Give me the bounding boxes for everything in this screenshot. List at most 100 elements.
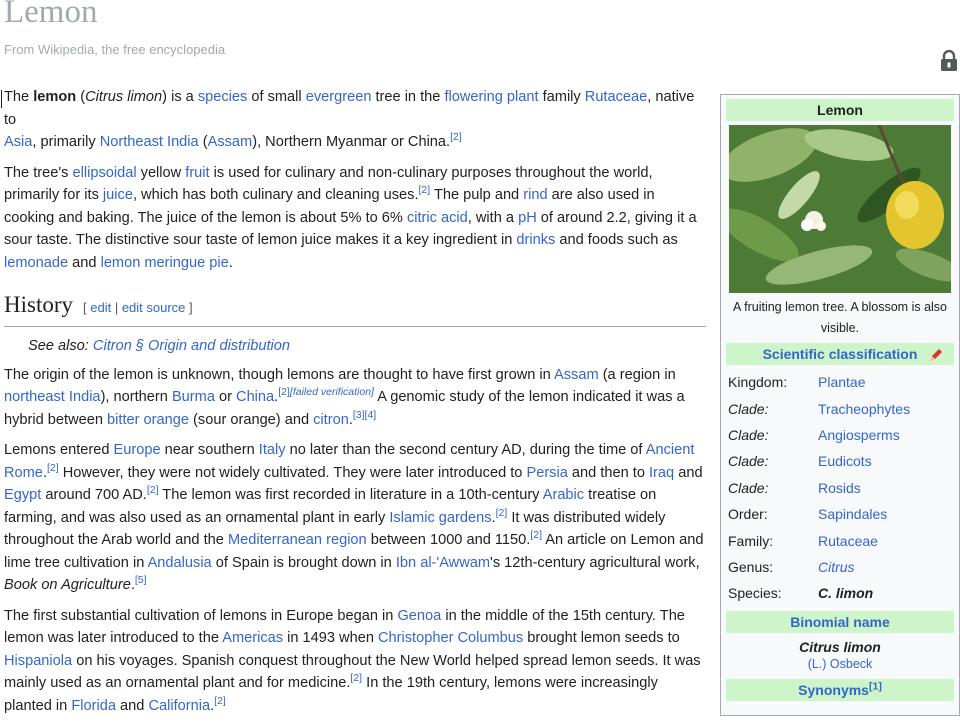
link-assam[interactable]: Assam: [208, 134, 253, 150]
link-rutaceae[interactable]: Rutaceae: [585, 89, 647, 105]
link-china[interactable]: China: [236, 389, 274, 405]
link-lemonade[interactable]: lemonade: [4, 255, 68, 271]
text: and: [115, 697, 149, 714]
link-americas[interactable]: Americas: [222, 630, 283, 646]
italic-term: Citrus limon: [85, 89, 163, 105]
lemon-tree-image[interactable]: [729, 125, 951, 293]
binomial-name-header: Binomial name: [726, 610, 954, 633]
classification-species: C. limon: [818, 585, 874, 602]
citation[interactable]: [2]: [496, 507, 508, 519]
text: ), northern: [100, 389, 172, 405]
classification-taxon-link[interactable]: Tracheophytes: [818, 401, 959, 417]
lemon-photo-illustration: [729, 125, 951, 293]
classification-taxon-link[interactable]: Rutaceae: [818, 533, 959, 549]
link-italy[interactable]: Italy: [259, 442, 286, 458]
text: family: [538, 89, 585, 105]
link-arabic[interactable]: Arabic: [543, 487, 584, 503]
link-rind[interactable]: rind: [523, 187, 547, 203]
link-evergreen[interactable]: evergreen: [306, 89, 372, 105]
link-andalusia[interactable]: Andalusia: [148, 555, 212, 571]
heading-text: History: [4, 292, 73, 317]
citation[interactable]: [1]: [869, 680, 882, 692]
link-christopher-columbus[interactable]: Christopher Columbus: [378, 630, 523, 646]
classification-row: Order: Sapindales: [721, 501, 959, 527]
citation[interactable]: [2]: [147, 484, 159, 496]
text: , primarily: [32, 134, 100, 150]
text: of Spain is brought down in: [211, 554, 396, 571]
edit-pencil-icon[interactable]: [928, 347, 944, 363]
failed-verification-link[interactable]: [failed verification]: [290, 386, 374, 398]
link-fruit[interactable]: fruit: [185, 165, 209, 181]
edit-source-link[interactable]: edit source: [122, 300, 186, 315]
edit-link[interactable]: edit: [90, 300, 111, 315]
text: around 700 AD.: [41, 487, 147, 503]
text: brought lemon seeds to: [523, 630, 680, 646]
link-iraq[interactable]: Iraq: [649, 465, 674, 481]
link-citron-origin[interactable]: Citron § Origin and distribution: [93, 338, 290, 354]
authority-link-linnaeus[interactable]: (L.): [808, 657, 827, 671]
link-europe[interactable]: Europe: [114, 442, 161, 458]
citation[interactable]: [3][4]: [353, 409, 376, 421]
classification-row: Clade: Rosids: [721, 475, 959, 501]
classification-taxon-link[interactable]: Citrus: [818, 559, 959, 575]
text: The lemon was first recorded in literatu…: [158, 487, 543, 503]
citation[interactable]: [2]: [214, 695, 226, 707]
link-northeast-india[interactable]: northeast India: [4, 389, 101, 405]
link-ph[interactable]: pH: [518, 210, 537, 226]
link-islamic-gardens[interactable]: Islamic gardens: [389, 510, 491, 526]
text: between 1000 and 1150.: [366, 532, 531, 548]
link-assam[interactable]: Assam: [554, 367, 599, 383]
citation[interactable]: [2]: [350, 672, 362, 684]
link-juice[interactable]: juice: [103, 187, 133, 203]
text: and foods such as: [555, 232, 678, 248]
link-bitter-orange[interactable]: bitter orange: [107, 412, 189, 428]
link-citron[interactable]: citron: [313, 412, 349, 428]
link-persia[interactable]: Persia: [526, 465, 567, 481]
hatnote-label: See also:: [28, 338, 93, 354]
classification-taxon-link[interactable]: Eudicots: [818, 453, 959, 469]
link-california[interactable]: California: [148, 698, 210, 714]
scientific-classification-header: Scientific classification: [726, 343, 954, 365]
link-northeast-india[interactable]: Northeast India: [100, 134, 199, 150]
scientific-classification-link[interactable]: Scientific classification: [763, 346, 918, 362]
synonyms-header[interactable]: Synonyms[1]: [726, 678, 954, 701]
classification-rank: Clade:: [728, 426, 769, 443]
binomial-name-link[interactable]: Binomial name: [790, 614, 890, 630]
classification-row: Species: C. limon: [721, 580, 959, 606]
link-flowering-plant[interactable]: flowering plant: [444, 89, 538, 105]
text: The origin of the lemon is unknown, thou…: [4, 366, 555, 383]
link-mediterranean[interactable]: Mediterranean region: [228, 532, 367, 548]
link-drinks[interactable]: drinks: [516, 232, 555, 248]
link-citric-acid[interactable]: citric acid: [407, 210, 468, 226]
link-asia[interactable]: Asia: [4, 134, 32, 150]
link-egypt[interactable]: Egypt: [4, 487, 41, 503]
section-heading-history: History [ edit | edit source ]: [4, 292, 706, 327]
link-ellipsoidal[interactable]: ellipsoidal: [73, 165, 137, 181]
classification-taxon-link[interactable]: Plantae: [818, 374, 959, 390]
citation[interactable]: [2]: [419, 184, 431, 196]
authority-link-osbeck[interactable]: Osbeck: [830, 657, 872, 671]
link-ibn-al-awwam[interactable]: Ibn al-'Awwam: [396, 555, 490, 571]
text: of small: [247, 89, 306, 105]
classification-rank: Clade:: [728, 400, 769, 417]
synonyms-link[interactable]: Synonyms: [798, 682, 869, 698]
link-burma[interactable]: Burma: [172, 389, 215, 405]
citation[interactable]: [2]: [47, 462, 59, 474]
citation[interactable]: [2]: [278, 386, 290, 398]
infobox-caption: A fruiting lemon tree. A blossom is also…: [733, 300, 947, 335]
classification-taxon-link[interactable]: Sapindales: [818, 506, 959, 522]
link-hispaniola[interactable]: Hispaniola: [4, 653, 72, 669]
link-genoa[interactable]: Genoa: [397, 608, 441, 624]
citation[interactable]: [2]: [530, 529, 542, 541]
text: The tree's: [4, 164, 73, 181]
citation[interactable]: [2]: [450, 131, 462, 143]
citation[interactable]: [5]: [135, 574, 147, 586]
text: The: [4, 89, 34, 105]
classification-taxon-link[interactable]: Rosids: [818, 480, 959, 496]
link-lemon-meringue-pie[interactable]: lemon meringue pie: [101, 255, 229, 271]
text: in 1493 when: [283, 630, 378, 646]
link-florida[interactable]: Florida: [71, 698, 116, 714]
classification-taxon-link[interactable]: Angiosperms: [818, 427, 959, 443]
lock-icon[interactable]: [940, 50, 958, 72]
link-species[interactable]: species: [198, 89, 247, 105]
